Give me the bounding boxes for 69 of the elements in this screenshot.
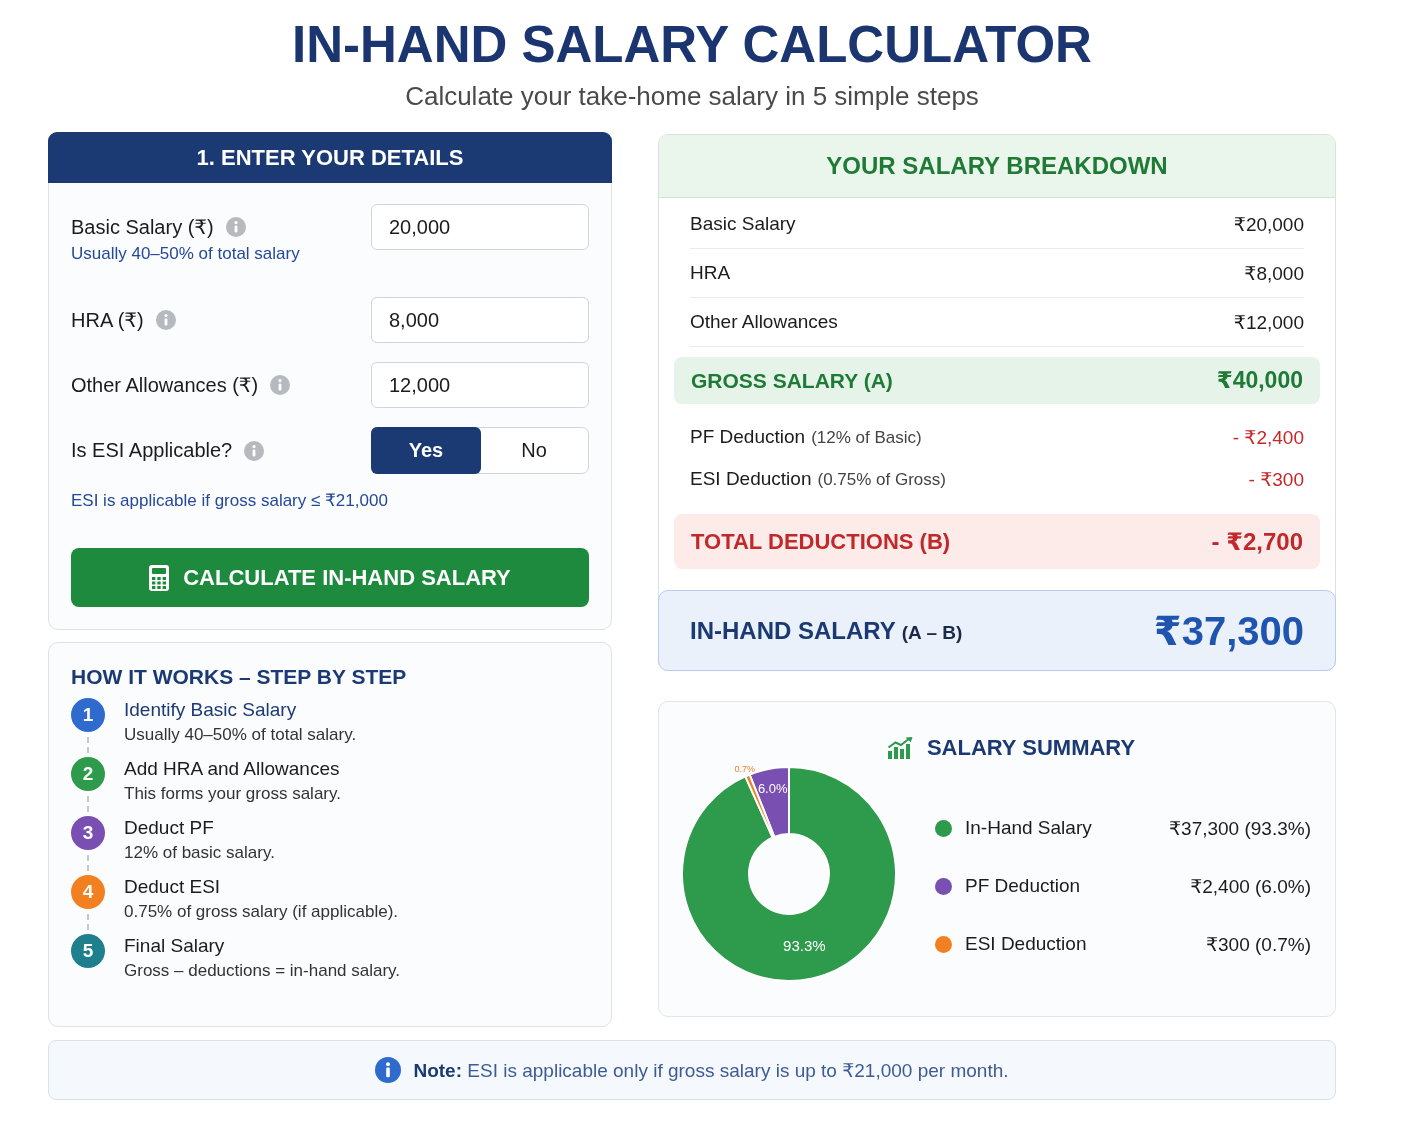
field-label: Is ESI Applicable? [71, 439, 233, 462]
row-label: Other Allowances [690, 311, 838, 333]
step-description: Usually 40–50% of total salary. [124, 724, 357, 746]
info-icon[interactable] [270, 375, 291, 395]
legend-value: ₹300 (0.7%) [1205, 932, 1311, 956]
step-number: 2 [71, 757, 105, 791]
step-title: Identify Basic Salary [124, 698, 298, 722]
step-title: Final Salary [124, 934, 226, 958]
page-title: IN-HAND SALARY CALCULATOR [292, 15, 1092, 75]
row-note: (12% of Basic) [811, 428, 922, 448]
row-label: Basic Salary [690, 213, 796, 235]
amount-input[interactable]: 8,000 [371, 297, 589, 343]
step-number: 4 [71, 875, 105, 909]
step-title: Deduct ESI [124, 875, 222, 899]
amount-input[interactable]: 20,000 [371, 204, 589, 250]
row-value: ₹12,000 [1233, 310, 1304, 334]
row-value: ₹8,000 [1244, 261, 1304, 285]
row-label: GROSS SALARY (A) [691, 368, 893, 393]
row-note: (0.75% of Gross) [817, 470, 946, 490]
step-description: 12% of basic salary. [124, 842, 275, 864]
slice-label: 93.3% [783, 937, 826, 955]
row-label: HRA [690, 262, 731, 284]
in-hand-formula: (A – B) [901, 621, 963, 644]
in-hand-label: IN-HAND SALARY [690, 616, 896, 645]
toggle-option[interactable]: Yes [371, 427, 481, 474]
step-description: This forms your gross salary. [124, 783, 341, 805]
info-icon[interactable] [225, 217, 246, 237]
step-title: Deduct PF [124, 816, 215, 840]
info-icon[interactable] [155, 310, 176, 330]
card-title: SALARY SUMMARY [926, 735, 1136, 761]
legend-label: ESI Deduction [965, 933, 1088, 955]
step-title: Add HRA and Allowances [124, 757, 341, 781]
toggle-option[interactable]: No [479, 427, 589, 474]
row-value: - ₹300 [1248, 467, 1304, 491]
slice-label: 6.0% [757, 781, 788, 797]
calculate-button[interactable]: CALCULATE IN-HAND SALARY [71, 548, 589, 607]
step-description: Gross – deductions = in-hand salary. [124, 960, 401, 982]
row-label: ESI Deduction [690, 468, 812, 490]
field-label: Basic Salary (₹) [71, 215, 214, 239]
page-subtitle: Calculate your take-home salary in 5 simple steps [405, 80, 979, 112]
row-value: - ₹2,700 [1211, 527, 1303, 556]
row-value: - ₹2,400 [1232, 425, 1304, 449]
bar-chart-icon [886, 737, 913, 759]
legend-value: ₹37,300 (93.3%) [1169, 816, 1311, 840]
step-number: 1 [71, 698, 105, 732]
row-label: PF Deduction [690, 426, 806, 448]
field-hint: Usually 40–50% of total salary [71, 244, 301, 264]
card-title: YOUR SALARY BREAKDOWN [826, 152, 1168, 180]
row-value: ₹40,000 [1216, 367, 1303, 394]
step-number: 5 [71, 934, 105, 968]
field-hint: ESI is applicable if gross salary ≤ ₹21,000 [71, 491, 389, 511]
row-value: ₹20,000 [1233, 212, 1304, 236]
amount-input[interactable]: 12,000 [371, 362, 589, 408]
row-label: TOTAL DEDUCTIONS (B) [691, 528, 951, 555]
legend-label: In-Hand Salary [965, 817, 1093, 839]
card-title: 1. ENTER YOUR DETAILS [196, 144, 464, 171]
legend-label: PF Deduction [965, 875, 1082, 897]
info-icon [375, 1057, 402, 1083]
note-text: Note: ESI is applicable only if gross salary is up to ₹21,000 per month. [413, 1058, 1009, 1082]
step-description: 0.75% of gross salary (if applicable). [124, 901, 399, 923]
info-icon[interactable] [244, 440, 265, 461]
in-hand-value: ₹37,300 [1153, 607, 1304, 654]
calculator-icon [149, 564, 170, 591]
field-label: Other Allowances (₹) [71, 373, 259, 397]
section-title: HOW IT WORKS – STEP BY STEP [71, 664, 408, 690]
field-label: HRA (₹) [71, 308, 144, 332]
legend-value: ₹2,400 (6.0%) [1190, 874, 1311, 898]
step-number: 3 [71, 816, 105, 850]
slice-label: 0.7% [734, 763, 755, 774]
